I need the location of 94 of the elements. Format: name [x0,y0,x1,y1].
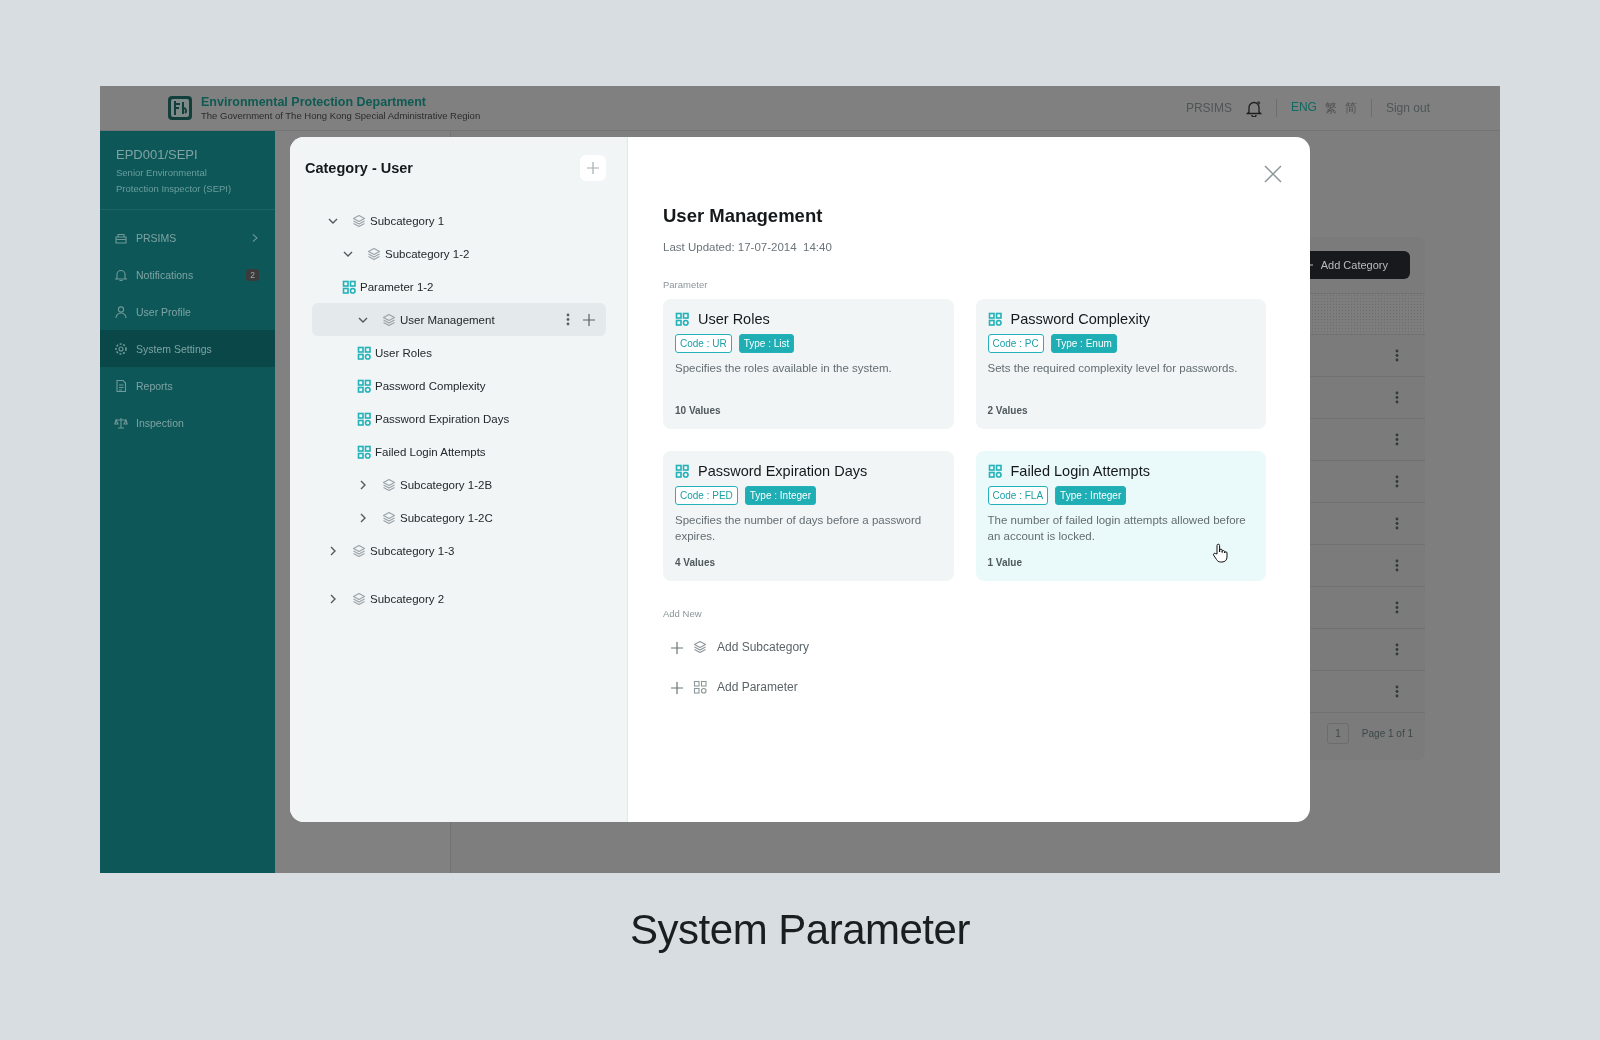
layers-icon [367,246,381,261]
grid-icon [357,378,371,393]
kebab-menu-icon[interactable] [1395,685,1399,698]
kebab-menu-icon[interactable] [1395,559,1399,572]
settings-icon [114,341,128,356]
type-tag: Type : Integer [1055,486,1127,505]
code-tag: Code : FLA [987,486,1049,505]
plus-icon [670,680,683,694]
menu-item[interactable]: System Settings [100,330,275,367]
panel-title: Category - User [305,160,413,176]
tree-item[interactable]: Subcategory 2 [312,582,606,615]
add-item-button[interactable]: Add Subcategory [663,627,810,667]
tree-item[interactable]: Subcategory 1-3 [312,534,606,567]
add-item-button[interactable]: Add Parameter [663,667,798,707]
kebab-menu-icon[interactable] [1395,391,1399,404]
close-icon [1263,164,1283,184]
grid-icon [987,464,1002,478]
plus-icon [586,161,600,175]
kebab-menu-icon[interactable] [1395,601,1399,614]
parameter-name: Failed Login Attempts [1010,463,1150,479]
layers-icon [382,312,396,327]
plus-icon[interactable] [582,312,596,327]
user-role: Senior Environmental Protection Inspector (SEPI) [116,166,233,196]
section-label: Add New [663,608,703,619]
kebab-menu-icon[interactable] [1395,643,1399,656]
grid-icon [987,312,1002,326]
tree-item[interactable]: Subcategory 1-2 [312,237,606,270]
page-info: Page 1 of 1 [1361,728,1413,739]
grid-icon [675,312,689,326]
tree-item[interactable]: Parameter 1-2 [312,270,606,303]
kebab-menu-icon[interactable] [566,313,570,326]
layers-icon [352,213,366,228]
hand-cursor-icon [1212,543,1228,563]
tree-item[interactable]: Password Expiration Days [312,402,606,435]
tree-item[interactable]: Password Complexity [312,369,606,402]
section-label: Parameter [663,279,709,290]
type-tag: Type : List [738,334,795,353]
parameter-description: Sets the required complexity level for passwords. [987,361,1239,376]
tree-item[interactable]: Failed Login Attempts [312,435,606,468]
bell-icon[interactable] [1245,99,1262,117]
last-updated: Last Updated: 17-07-2014 14:40 [663,241,833,253]
value-count: 10 Values [675,405,722,416]
parameter-name: Password Expiration Days [698,463,868,479]
kebab-menu-icon[interactable] [1395,517,1399,530]
layers-icon [352,543,366,558]
code-tag: Code : PC [987,334,1044,353]
layers-icon [352,591,366,606]
grid-icon [357,444,371,459]
menu-item[interactable]: Notifications 2 [100,256,275,293]
parameter-card[interactable]: Failed Login Attempts Code : FLA Type : Integer The number of failed login attempts allowed before an account is locked. 1 Value [975,451,1266,581]
grid-icon [357,345,371,360]
document-icon [114,378,128,393]
parameter-description: Specifies the roles available in the system. [675,361,893,376]
grid-icon [693,680,707,694]
kebab-menu-icon[interactable] [1395,433,1399,446]
detail-title: User Management [663,205,824,227]
tree-item[interactable]: Subcategory 1-2C [312,501,606,534]
count-badge: 2 [246,268,259,281]
government-name: The Government of The Hong Kong Special Administrative Region [201,110,481,121]
type-tag: Type : Enum [1050,334,1117,353]
type-tag: Type : Integer [744,486,816,505]
grid-icon [357,411,371,426]
page-caption: System Parameter [630,906,970,953]
add-button[interactable] [580,155,606,181]
value-count: 2 Values [987,405,1029,416]
kebab-menu-icon[interactable] [1395,349,1399,362]
parameter-description: Specifies the number of days before a password expires. [675,513,923,544]
tree-item[interactable]: User Management [312,303,606,336]
grid-icon [675,464,689,478]
value-count: 1 Value [987,557,1023,568]
parameter-name: Password Complexity [1010,311,1150,327]
code-tag: Code : PED [675,486,738,505]
person-icon [114,304,128,319]
layers-icon [382,477,396,492]
layers-icon [382,510,396,525]
logo-icon [167,95,193,121]
bell-icon [114,267,128,282]
plus-icon [670,640,683,654]
layers-icon [693,640,707,654]
tree-item[interactable]: Subcategory 1 [312,204,606,237]
parameter-card[interactable]: Password Complexity Code : PC Type : Enum Sets the required complexity level for passwords. 2 Values [975,299,1266,429]
parameter-card[interactable]: Password Expiration Days Code : PED Type : Integer Specifies the number of days before a password expires. 4 Values [663,451,954,581]
kebab-menu-icon[interactable] [1395,475,1399,488]
user-id: EPD001/SEPI [116,147,199,162]
tree-item[interactable]: User Roles [312,336,606,369]
grid-icon [342,279,356,294]
parameter-card[interactable]: User Roles Code : UR Type : List Specifies the roles available in the system. 10 Values [663,299,954,429]
value-count: 4 Values [675,557,717,568]
department-name: Environmental Protection Department [201,95,428,109]
tree-item[interactable]: Subcategory 1-2B [312,468,606,501]
code-tag: Code : UR [675,334,732,353]
scale-icon [114,415,128,430]
parameter-name: User Roles [698,311,770,327]
parameter-description: The number of failed login attempts allowed before an account is locked. [987,513,1247,544]
